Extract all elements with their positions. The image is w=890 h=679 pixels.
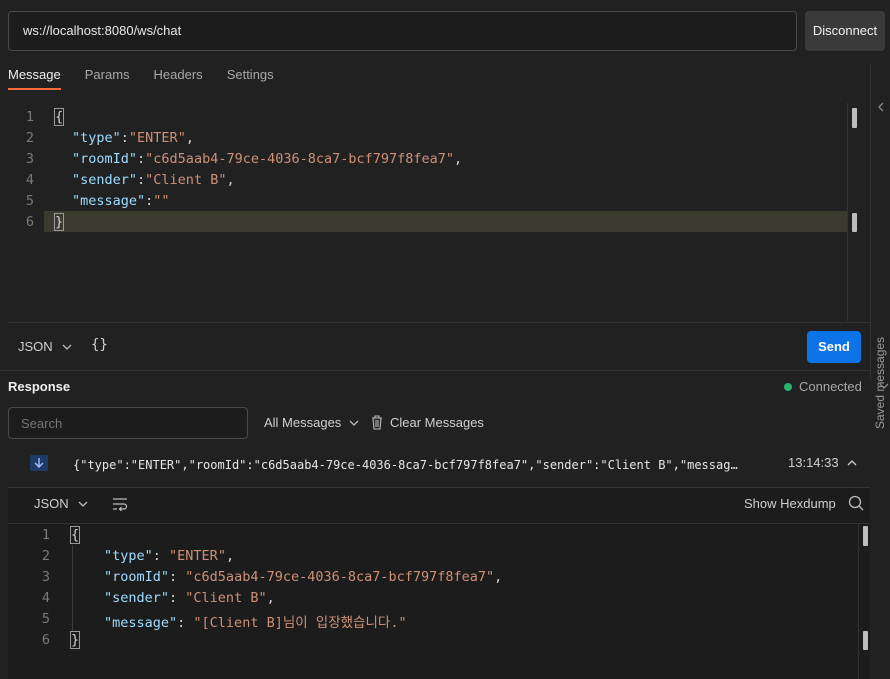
- line-number: 3: [41, 569, 50, 585]
- divider: [8, 523, 870, 524]
- message-timestamp: 13:14:33: [788, 455, 839, 470]
- trash-icon: [372, 415, 382, 430]
- saved-messages-rail[interactable]: Saved messages: [870, 64, 890, 429]
- json-field: "message":"": [72, 193, 170, 209]
- clear-messages-label: Clear Messages: [390, 414, 484, 430]
- message-filter-select[interactable]: All Messages: [264, 415, 359, 430]
- connected-dot-icon: [784, 382, 792, 391]
- tab-settings[interactable]: Settings: [227, 60, 274, 90]
- editor-scrollbar-marker: [852, 213, 857, 232]
- saved-messages-label[interactable]: Saved messages: [873, 329, 889, 429]
- chevron-down-icon: [78, 501, 88, 507]
- json-field: "roomId":"c6d5aab4-79ce-4036-8ca7-bcf797…: [72, 151, 463, 167]
- tab-message[interactable]: Message: [8, 60, 61, 90]
- editor-scrollbar[interactable]: [852, 108, 857, 128]
- response-title: Response: [8, 379, 71, 394]
- connection-status: Connected: [784, 379, 862, 394]
- chevron-down-icon: [62, 344, 72, 350]
- wrap-lines-icon[interactable]: [112, 497, 128, 511]
- open-brace: {: [69, 526, 81, 544]
- search-icon[interactable]: [848, 495, 864, 511]
- line-number: 2: [41, 548, 50, 564]
- line-number: 4: [41, 590, 50, 606]
- chevron-left-icon[interactable]: [877, 102, 885, 112]
- line-number: 6: [41, 632, 50, 648]
- line-number: 4: [25, 172, 34, 188]
- indent-guide: [72, 545, 73, 631]
- editor-scroll-track: [847, 103, 848, 321]
- incoming-message-icon: [30, 455, 48, 471]
- line-number: 2: [25, 130, 34, 146]
- json-field: "roomId": "c6d5aab4-79ce-4036-8ca7-bcf79…: [104, 569, 503, 585]
- close-brace: }: [69, 631, 81, 649]
- url-input[interactable]: ws://localhost:8080/ws/chat: [8, 11, 797, 51]
- response-scrollbar-marker: [863, 631, 868, 650]
- json-field: "type":"ENTER",: [72, 130, 194, 146]
- divider: [8, 322, 870, 323]
- message-preview[interactable]: {"type":"ENTER","roomId":"c6d5aab4-79ce-…: [73, 456, 741, 473]
- json-field: "type": "ENTER",: [104, 548, 235, 564]
- request-tabs: Message Params Headers Settings: [8, 60, 298, 90]
- line-number: 1: [25, 109, 34, 125]
- response-scroll-track: [858, 524, 859, 679]
- json-field: "message": "[Client B]님이 입장했습니다.": [104, 615, 407, 631]
- tab-headers[interactable]: Headers: [154, 60, 203, 90]
- line-number: 5: [41, 611, 50, 627]
- line-number: 6: [25, 214, 34, 230]
- filter-label: All Messages: [264, 415, 342, 430]
- response-scrollbar[interactable]: [863, 526, 868, 546]
- json-field: "sender": "Client B",: [104, 590, 275, 606]
- chevron-down-icon[interactable]: [879, 382, 889, 390]
- chevron-down-icon: [349, 420, 359, 426]
- send-button[interactable]: Send: [807, 331, 861, 363]
- viewer-format-select[interactable]: JSON: [34, 496, 88, 511]
- beautify-button[interactable]: {}: [91, 337, 108, 353]
- show-hexdump-button[interactable]: Show Hexdump: [744, 496, 836, 511]
- close-brace: }: [53, 213, 65, 231]
- chevron-up-icon[interactable]: [847, 459, 857, 467]
- line-number: 5: [25, 193, 34, 209]
- divider: [0, 370, 870, 371]
- format-label: JSON: [18, 339, 53, 354]
- format-select[interactable]: JSON: [18, 339, 72, 354]
- disconnect-button[interactable]: Disconnect: [805, 11, 885, 51]
- line-number: 3: [25, 151, 34, 167]
- open-brace: {: [53, 108, 65, 126]
- clear-messages-button[interactable]: Clear Messages: [370, 414, 484, 430]
- line-number: 1: [41, 527, 50, 543]
- status-label: Connected: [799, 379, 862, 394]
- message-search-input[interactable]: [8, 407, 248, 439]
- current-line-highlight: [44, 211, 848, 232]
- tab-params[interactable]: Params: [85, 60, 130, 90]
- json-field: "sender":"Client B",: [72, 172, 235, 188]
- viewer-format-label: JSON: [34, 496, 69, 511]
